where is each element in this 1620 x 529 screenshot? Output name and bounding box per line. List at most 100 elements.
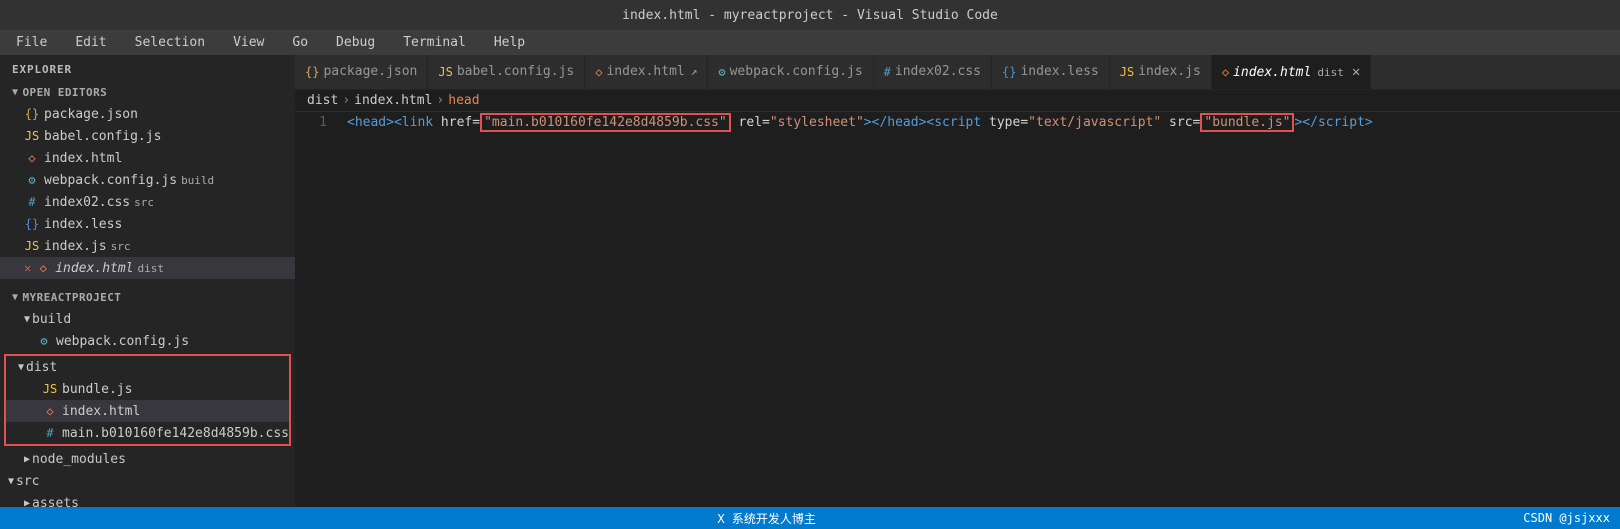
js-icon: JS bbox=[42, 382, 58, 396]
tab-label: index.less bbox=[1020, 64, 1098, 79]
attr-href: href= bbox=[433, 115, 480, 130]
status-bar: X 系统开发人博主 CSDN @jsjxxx bbox=[0, 507, 1620, 529]
tab-index02-css[interactable]: # index02.css bbox=[874, 55, 992, 89]
menu-go[interactable]: Go bbox=[286, 33, 314, 52]
tab-babel[interactable]: JS babel.config.js bbox=[428, 55, 585, 89]
folder-arrow-icon: ▶ bbox=[24, 454, 30, 465]
open-editor-label: index.html bbox=[44, 151, 122, 166]
dist-badge: dist bbox=[138, 262, 165, 275]
open-editor-index-html-dist[interactable]: ✕ ◇ index.html dist bbox=[0, 257, 295, 279]
assets-folder[interactable]: ▶ assets bbox=[0, 492, 295, 507]
tab-path-hint: ↗ bbox=[691, 65, 698, 78]
breadcrumb-dist[interactable]: dist bbox=[307, 93, 338, 108]
sidebar: EXPLORER ▼ OPEN EDITORS {} package.json … bbox=[0, 55, 295, 507]
menu-view[interactable]: View bbox=[227, 33, 270, 52]
tab-label: babel.config.js bbox=[457, 64, 574, 79]
json-icon: {} bbox=[24, 107, 40, 121]
breadcrumb-sep1: › bbox=[342, 93, 350, 108]
webpack-icon: ⚙ bbox=[36, 334, 52, 348]
file-label: index.html bbox=[62, 404, 140, 419]
folder-label: build bbox=[32, 312, 71, 327]
editor-area: {} package.json JS babel.config.js ◇ ind… bbox=[295, 55, 1620, 507]
tag-link: link bbox=[402, 115, 433, 130]
tag-close-head: /head bbox=[879, 115, 918, 130]
folder-arrow-icon: ▶ bbox=[24, 498, 30, 508]
html-modified-icon: ◇ bbox=[35, 261, 51, 275]
open-editor-babel[interactable]: JS babel.config.js bbox=[0, 125, 295, 147]
project-section: ▼ MYREACTPROJECT bbox=[0, 285, 295, 308]
less-icon: {} bbox=[24, 217, 40, 231]
open-editor-webpack[interactable]: ⚙ webpack.config.js build bbox=[0, 169, 295, 191]
build-badge: build bbox=[181, 174, 214, 187]
file-label: webpack.config.js bbox=[56, 334, 189, 349]
title-bar: index.html - myreactproject - Visual Stu… bbox=[0, 0, 1620, 30]
tag-open: < bbox=[347, 115, 355, 130]
tab-label: index02.css bbox=[895, 64, 981, 79]
tag-head: head bbox=[355, 115, 386, 130]
explorer-title: EXPLORER bbox=[0, 55, 295, 80]
tab-label: index.html bbox=[1233, 65, 1311, 80]
href-value: "main.b010160fe142e8d4859b.css" bbox=[480, 113, 731, 132]
dist-index-html[interactable]: ◇ index.html bbox=[6, 400, 289, 422]
tab-bar: {} package.json JS babel.config.js ◇ ind… bbox=[295, 55, 1620, 90]
app-layout: index.html - myreactproject - Visual Stu… bbox=[0, 0, 1620, 529]
webpack-config-file[interactable]: ⚙ webpack.config.js bbox=[0, 330, 295, 352]
tab-index-html-dist[interactable]: ◇ index.html dist ✕ bbox=[1212, 55, 1371, 89]
open-editors-section: ▼ OPEN EDITORS bbox=[0, 80, 295, 103]
breadcrumb-index-html[interactable]: index.html bbox=[354, 93, 432, 108]
tab-icon: ⚙ bbox=[718, 65, 725, 79]
breadcrumb-head[interactable]: head bbox=[448, 93, 479, 108]
menu-help[interactable]: Help bbox=[488, 33, 531, 52]
project-label: MYREACTPROJECT bbox=[22, 291, 121, 304]
tab-label: index.html bbox=[606, 64, 684, 79]
open-editor-package-json[interactable]: {} package.json bbox=[0, 103, 295, 125]
code-line-1: 1 <head><link href="main.b010160fe142e8d… bbox=[295, 112, 1620, 134]
status-center: X 系统开发人博主 bbox=[717, 510, 815, 527]
close-icon[interactable]: ✕ bbox=[24, 261, 31, 275]
tab-icon: {} bbox=[1002, 65, 1016, 79]
editor-content[interactable]: 1 <head><link href="main.b010160fe142e8d… bbox=[295, 112, 1620, 507]
open-editor-label: package.json bbox=[44, 107, 138, 122]
menu-debug[interactable]: Debug bbox=[330, 33, 381, 52]
main-css-file[interactable]: # main.b010160fe142e8d4859b.css bbox=[6, 422, 289, 444]
tag-bracket: >< bbox=[919, 115, 935, 130]
bundle-js-file[interactable]: JS bundle.js bbox=[6, 378, 289, 400]
menu-selection[interactable]: Selection bbox=[129, 33, 211, 52]
html-icon: ◇ bbox=[24, 151, 40, 165]
tab-icon: ◇ bbox=[595, 65, 602, 79]
menu-terminal[interactable]: Terminal bbox=[397, 33, 472, 52]
tag-close-script: ></script> bbox=[1294, 115, 1372, 130]
open-editor-indexjs[interactable]: JS index.js src bbox=[0, 235, 295, 257]
status-right: CSDN @jsjxxx bbox=[1523, 511, 1610, 525]
open-editor-less[interactable]: {} index.less bbox=[0, 213, 295, 235]
open-editor-label: webpack.config.js bbox=[44, 173, 177, 188]
open-editor-index-html[interactable]: ◇ index.html bbox=[0, 147, 295, 169]
tab-icon: ◇ bbox=[1222, 65, 1229, 79]
tab-icon: {} bbox=[305, 65, 319, 79]
tab-index-js[interactable]: JS index.js bbox=[1110, 55, 1212, 89]
project-arrow: ▼ bbox=[12, 292, 18, 303]
tag-script: script bbox=[934, 115, 981, 130]
attr-src: src= bbox=[1161, 115, 1200, 130]
menu-file[interactable]: File bbox=[10, 33, 53, 52]
open-editor-css[interactable]: # index02.css src bbox=[0, 191, 295, 213]
file-label: bundle.js bbox=[62, 382, 132, 397]
tab-package-json[interactable]: {} package.json bbox=[295, 55, 428, 89]
folder-label: src bbox=[16, 474, 39, 489]
title-text: index.html - myreactproject - Visual Stu… bbox=[622, 8, 998, 23]
open-editors-label: OPEN EDITORS bbox=[22, 86, 107, 99]
tab-webpack[interactable]: ⚙ webpack.config.js bbox=[708, 55, 873, 89]
dist-highlight-box: ▼ dist JS bundle.js ◇ index.html # main.… bbox=[4, 354, 291, 446]
src-folder[interactable]: ▼ src bbox=[0, 470, 295, 492]
build-folder[interactable]: ▼ build bbox=[0, 308, 295, 330]
type-value: "text/javascript" bbox=[1028, 115, 1161, 130]
code-content: <head >< link href="main.b010160fe142e8d48… bbox=[343, 112, 1620, 134]
dist-folder[interactable]: ▼ dist bbox=[6, 356, 289, 378]
tab-index-html-1[interactable]: ◇ index.html ↗ bbox=[585, 55, 708, 89]
open-editor-label: index.js bbox=[44, 239, 107, 254]
tab-index-less[interactable]: {} index.less bbox=[992, 55, 1110, 89]
menu-edit[interactable]: Edit bbox=[69, 33, 112, 52]
node-modules-folder[interactable]: ▶ node_modules bbox=[0, 448, 295, 470]
tab-close-button[interactable]: ✕ bbox=[1352, 64, 1360, 80]
open-editors-arrow: ▼ bbox=[12, 87, 18, 98]
